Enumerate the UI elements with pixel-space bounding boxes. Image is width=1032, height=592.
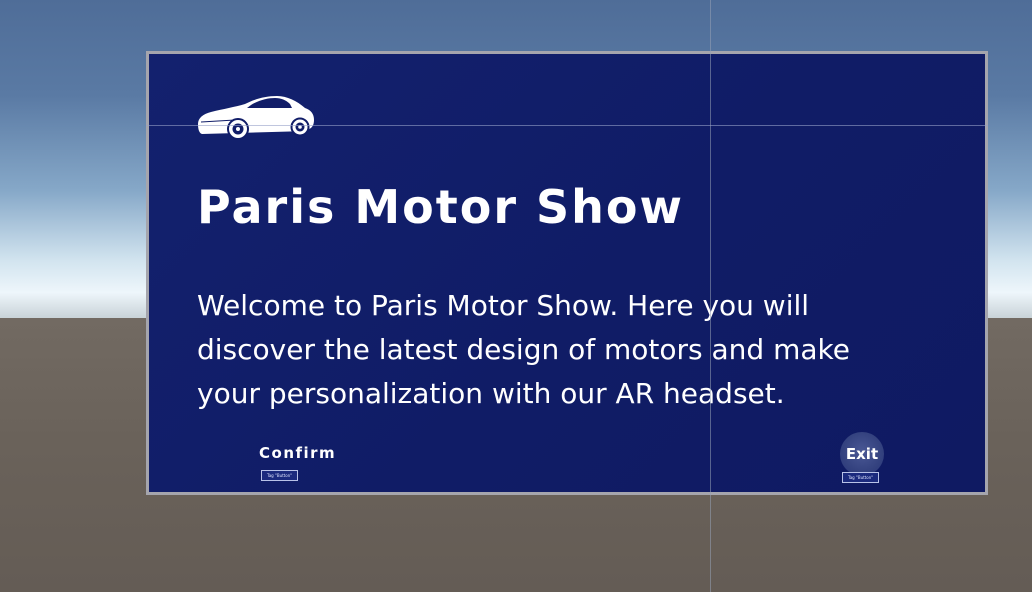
horizontal-guide-line bbox=[146, 125, 988, 126]
welcome-message: Welcome to Paris Motor Show. Here you wi… bbox=[197, 289, 850, 410]
confirm-button[interactable]: Confirm Tag "Button" bbox=[253, 442, 343, 484]
vertical-guide-line bbox=[710, 0, 711, 592]
exit-button-label: Exit bbox=[845, 445, 879, 463]
confirm-tag-label: Tag "Button" bbox=[261, 470, 298, 481]
confirm-button-label: Confirm bbox=[259, 444, 337, 462]
page-title: Paris Motor Show bbox=[197, 180, 685, 234]
welcome-panel: Paris Motor Show Welcome to Paris Motor … bbox=[146, 51, 988, 495]
car-icon bbox=[198, 96, 314, 140]
exit-tag-label: Tag "Button" bbox=[842, 472, 879, 483]
scene-viewport: Paris Motor Show Welcome to Paris Motor … bbox=[0, 0, 1032, 592]
exit-button[interactable]: Exit Tag "Button" bbox=[833, 432, 893, 486]
